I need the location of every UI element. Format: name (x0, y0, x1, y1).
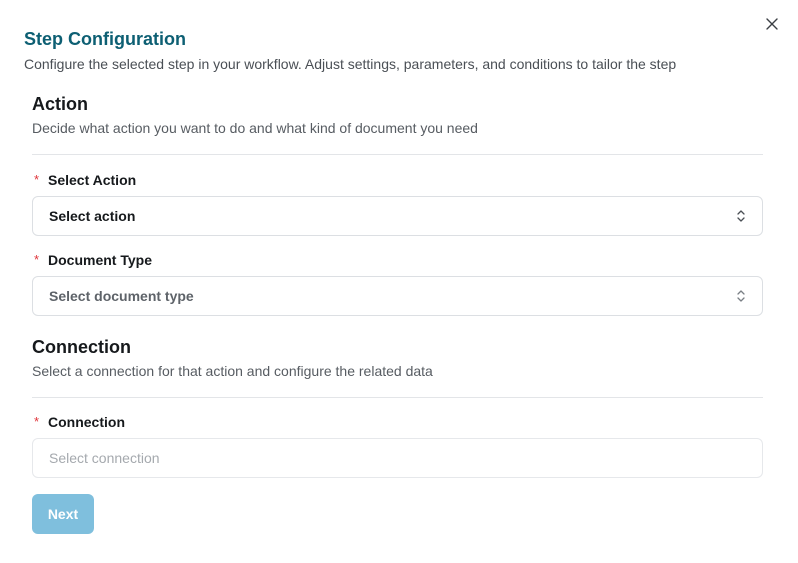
document-type-dropdown[interactable]: Select document type (32, 276, 763, 316)
connection-section-description: Select a connection for that action and … (32, 363, 433, 379)
chevron-up-down-icon (734, 208, 748, 224)
select-action-value: Select action (49, 208, 136, 224)
next-button[interactable]: Next (32, 494, 94, 534)
connection-label-text: Connection (48, 414, 125, 430)
select-action-dropdown[interactable]: Select action (32, 196, 763, 236)
connection-field: * Connection Select connection (32, 413, 763, 478)
dialog-subtitle: Configure the selected step in your work… (24, 56, 677, 72)
document-type-label: * Document Type (32, 251, 763, 269)
connection-section: Connection Select a connection for that … (32, 336, 763, 478)
dialog-footer: Next (32, 494, 763, 534)
dialog-content: Action Decide what action you want to do… (32, 93, 763, 534)
required-marker: * (34, 172, 40, 187)
select-action-label: * Select Action (32, 171, 763, 189)
action-section-divider (32, 154, 763, 155)
select-action-field: * Select Action Select action (32, 171, 763, 236)
dialog-header: Step Configuration Configure the selecte… (24, 28, 768, 73)
connection-section-title: Connection (32, 337, 131, 357)
step-configuration-dialog: Step Configuration Configure the selecte… (0, 0, 798, 563)
document-type-label-text: Document Type (48, 252, 152, 268)
action-section-description: Decide what action you want to do and wh… (32, 120, 478, 136)
action-section-title: Action (32, 94, 88, 114)
connection-section-divider (32, 397, 763, 398)
connection-placeholder: Select connection (49, 450, 160, 466)
connection-label: * Connection (32, 413, 763, 431)
required-marker: * (34, 252, 40, 267)
required-marker: * (34, 414, 40, 429)
chevron-up-down-icon (734, 288, 748, 304)
connection-dropdown[interactable]: Select connection (32, 438, 763, 478)
document-type-field: * Document Type Select document type (32, 251, 763, 316)
action-section: Action Decide what action you want to do… (32, 93, 763, 316)
document-type-value: Select document type (49, 288, 194, 304)
dialog-title: Step Configuration (24, 29, 186, 49)
select-action-label-text: Select Action (48, 172, 137, 188)
